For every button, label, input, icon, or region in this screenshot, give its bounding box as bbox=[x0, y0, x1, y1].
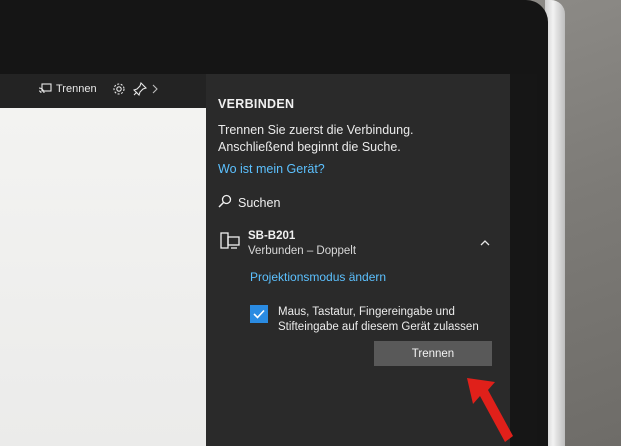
device-name: SB-B201 bbox=[248, 230, 296, 242]
checkmark-icon bbox=[253, 309, 265, 319]
red-arrow bbox=[467, 378, 513, 442]
app-window bbox=[0, 74, 206, 446]
app-disconnect-button[interactable]: Trennen bbox=[38, 83, 97, 95]
display-device-icon bbox=[220, 232, 240, 255]
app-disconnect-label: Trennen bbox=[56, 83, 97, 95]
pane-title: VERBINDEN bbox=[218, 97, 295, 111]
cast-disconnect-icon bbox=[38, 83, 52, 95]
app-toolbar: Trennen bbox=[0, 74, 206, 108]
gear-icon[interactable] bbox=[112, 82, 126, 96]
pin-icon[interactable] bbox=[133, 82, 147, 96]
search-label: Suchen bbox=[238, 195, 281, 210]
where-is-device-link[interactable]: Wo ist mein Gerät? bbox=[218, 162, 325, 176]
pane-message: Trennen Sie zuerst die Verbindung. Ansch… bbox=[218, 123, 414, 154]
chevron-right-icon[interactable] bbox=[152, 84, 158, 94]
laptop-bezel-edge bbox=[545, 0, 565, 446]
device-status: Verbunden – Doppelt bbox=[248, 245, 357, 257]
projection-mode-link[interactable]: Projektionsmodus ändern bbox=[250, 270, 386, 284]
allow-input-label: Maus, Tastatur, Fingereingabe und Stifte… bbox=[278, 306, 479, 333]
device-item[interactable]: SB-B201 Verbunden – Doppelt bbox=[218, 230, 502, 270]
search-button[interactable]: Suchen bbox=[218, 194, 280, 211]
search-icon bbox=[218, 194, 232, 211]
chevron-up-icon[interactable] bbox=[480, 233, 490, 251]
disconnect-button[interactable]: Trennen bbox=[374, 341, 492, 366]
allow-input-checkbox[interactable] bbox=[250, 305, 268, 323]
